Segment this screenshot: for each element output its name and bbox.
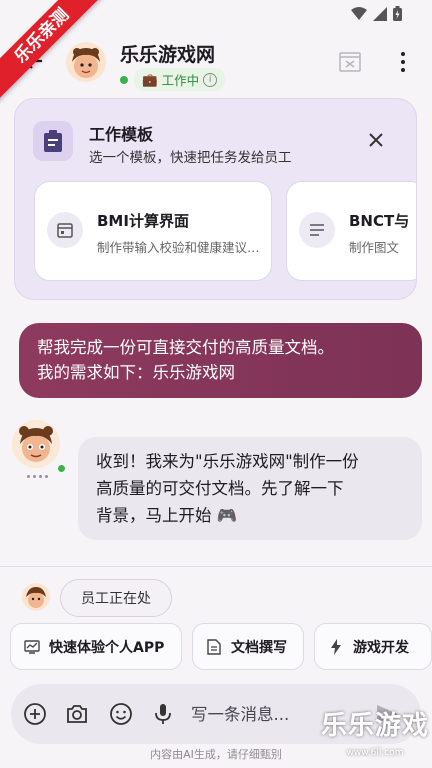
status-label: 工作中 [161,73,200,88]
archive-box-icon[interactable] [338,50,362,74]
emoji-icon[interactable] [109,702,133,726]
watermark-title: 乐乐游戏 [320,711,429,741]
status-icons [351,6,402,21]
page-title: 乐乐游戏网 [120,44,216,66]
chip-label: 快速体验个人APP [49,639,165,656]
camera-icon[interactable] [65,702,89,726]
message-line: 帮我完成一份可直接交付的高质量文档。 [37,338,334,357]
bot-message-bubble: 收到！我来为"乐乐游戏网"制作一份 高质量的可交付文档。先了解一下 背景，马上开… [78,437,422,540]
card-title: BMI计算界面 [97,212,189,230]
wifi-icon [351,6,367,20]
clipboard-icon [33,121,73,161]
document-lines-icon [299,212,335,248]
chart-monitor-icon [23,638,41,656]
message-line: 高质量的可交付文档。先了解一下 [96,479,344,498]
document-icon [205,638,223,656]
avatar[interactable] [66,42,106,82]
microphone-icon[interactable] [151,702,175,726]
chip-label: 文档撰写 [231,639,287,656]
briefcase-icon: 💼 [142,71,158,87]
card-title: BNCT与 [349,212,410,230]
template-title: 工作模板 [89,125,154,144]
divider [0,566,432,567]
work-status: 💼 工作中 i [120,68,226,91]
template-card[interactable]: BMI计算界面 制作带输入校验和健康建议的界面 [34,181,272,281]
calendar-icon [47,212,83,248]
bolt-icon [327,638,345,656]
chip-game-dev[interactable]: 游戏开发 [314,623,432,670]
close-icon[interactable] [367,131,385,149]
employee-status-pill[interactable]: 员工正在处 [60,579,172,617]
message-line: 背景，马上开始 🎮 [96,506,238,525]
online-indicator [120,75,128,84]
status-badge: 💼 工作中 i [134,68,226,91]
user-message-bubble: 帮我完成一份可直接交付的高质量文档。 我的需求如下：乐乐游戏网 [19,323,422,398]
info-icon[interactable]: i [203,72,218,87]
battery-icon [393,6,402,21]
corner-watermark: 乐乐游戏 www.6ll.com [318,706,432,768]
template-subtitle: 选一个模板，快速把任务发给员工 [89,150,292,166]
employee-avatar [22,583,50,611]
card-description: 制作带输入校验和健康建议的界面 [97,240,263,255]
card-description: 制作图文 [349,240,400,255]
chip-quick-app[interactable]: 快速体验个人APP [10,623,182,670]
app-bar: 乐乐游戏网 💼 工作中 i [0,28,432,92]
bot-avatar[interactable] [12,420,60,468]
add-icon[interactable] [23,702,47,726]
template-card[interactable]: BNCT与 制作图文 [286,181,416,281]
chip-document-writing[interactable]: 文档撰写 [192,623,304,670]
online-indicator [57,464,66,473]
watermark-url: www.6ll.com [346,748,404,758]
typing-indicator-icon [22,470,52,482]
message-line: 收到！我来为"乐乐游戏网"制作一份 [96,452,359,471]
chip-label: 游戏开发 [353,639,409,656]
signal-icon [373,6,387,21]
more-options-icon[interactable] [396,48,410,76]
template-panel: 工作模板 选一个模板，快速把任务发给员工 BMI计算界面 制作带输入校验和健康建… [14,98,417,300]
message-line: 我的需求如下：乐乐游戏网 [37,363,235,382]
